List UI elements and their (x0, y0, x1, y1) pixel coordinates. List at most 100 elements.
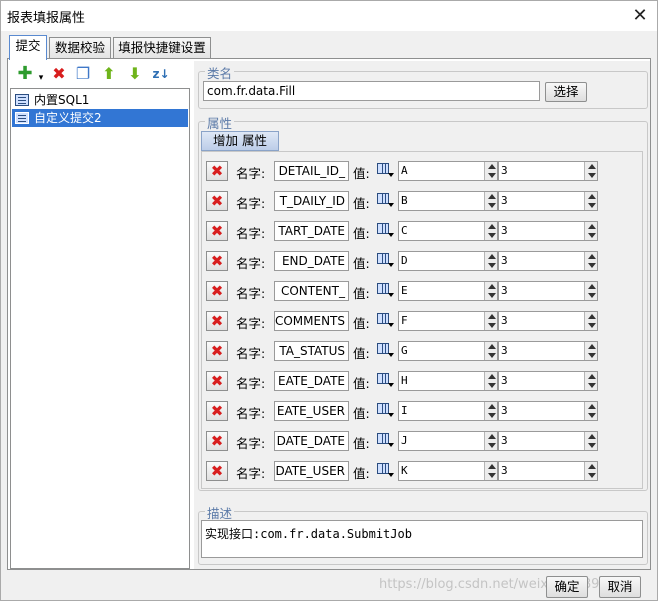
spinner-arrows-icon[interactable] (584, 462, 597, 480)
property-index-field[interactable]: 3 (498, 341, 598, 361)
property-index-field[interactable]: 3 (498, 311, 598, 331)
chevron-down-icon[interactable]: ▾ (32, 69, 50, 87)
delete-property-icon[interactable]: ✖ (206, 401, 228, 421)
property-value-field[interactable]: F (398, 311, 498, 331)
spinner-arrows-icon[interactable] (584, 162, 597, 180)
tab-submit[interactable]: 提交 (9, 35, 47, 60)
spinner-arrows-icon[interactable] (584, 252, 597, 270)
classname-field[interactable]: com.fr.data.Fill (203, 81, 540, 101)
delete-property-icon[interactable]: ✖ (206, 191, 228, 211)
value-type-icon[interactable] (377, 312, 395, 330)
delete-property-icon[interactable]: ✖ (206, 461, 228, 481)
copy-icon[interactable]: ❐ (74, 65, 92, 83)
delete-property-icon[interactable]: ✖ (206, 161, 228, 181)
spinner-arrows-icon[interactable] (584, 192, 597, 210)
property-name-field[interactable]: DATE_DATE (274, 431, 349, 451)
property-name-field[interactable]: _CONTENT (274, 281, 349, 301)
spinner-arrows-icon[interactable] (584, 342, 597, 360)
property-name-field[interactable]: _DETAIL_ID (274, 161, 349, 181)
value-type-icon[interactable] (377, 462, 395, 480)
spinner-arrows-icon[interactable] (484, 342, 497, 360)
table-icon (15, 112, 29, 124)
list-item[interactable]: 自定义提交2 (12, 109, 188, 127)
spinner-arrows-icon[interactable] (584, 312, 597, 330)
property-index-field[interactable]: 3 (498, 461, 598, 481)
value-type-icon[interactable] (377, 222, 395, 240)
spinner-arrows-icon[interactable] (484, 372, 497, 390)
property-value-field[interactable]: H (398, 371, 498, 391)
property-row: ✖ 名字: DATE_DATE 值: J 3 (202, 428, 644, 454)
property-index-field[interactable]: 3 (498, 251, 598, 271)
list-item[interactable]: 内置SQL1 (12, 91, 188, 109)
property-name-field[interactable]: TA_STATUS (274, 341, 349, 361)
delete-icon[interactable]: ✖ (50, 65, 68, 83)
property-index-field[interactable]: 3 (498, 161, 598, 181)
value-type-icon[interactable] (377, 162, 395, 180)
value-type-icon[interactable] (377, 192, 395, 210)
tab-data-validation[interactable]: 数据校验 (49, 37, 111, 59)
property-index-field[interactable]: 3 (498, 281, 598, 301)
property-name-field[interactable]: EATE_DATE (274, 371, 349, 391)
sort-icon[interactable]: z↓ (152, 65, 170, 83)
spinner-arrows-icon[interactable] (484, 222, 497, 240)
delete-property-icon[interactable]: ✖ (206, 431, 228, 451)
property-value-field[interactable]: J (398, 431, 498, 451)
spinner-arrows-icon[interactable] (584, 222, 597, 240)
property-value-field[interactable]: I (398, 401, 498, 421)
delete-property-icon[interactable]: ✖ (206, 281, 228, 301)
property-name-field[interactable]: T_DAILY_ID (274, 191, 349, 211)
property-value-field[interactable]: A (398, 161, 498, 181)
ok-button[interactable]: 确定 (546, 576, 588, 598)
property-row: ✖ 名字: TA_STATUS 值: G 3 (202, 338, 644, 364)
spinner-arrows-icon[interactable] (584, 282, 597, 300)
property-value-field[interactable]: C (398, 221, 498, 241)
add-property-button[interactable]: 增加 属性 (201, 131, 279, 151)
tab-shortcut-settings[interactable]: 填报快捷键设置 (113, 37, 211, 59)
delete-property-icon[interactable]: ✖ (206, 251, 228, 271)
value-type-icon[interactable] (377, 252, 395, 270)
property-index-field[interactable]: 3 (498, 221, 598, 241)
property-row: ✖ 名字: _DETAIL_ID 值: A 3 (202, 158, 644, 184)
choose-button[interactable]: 选择 (545, 82, 587, 102)
property-row: ✖ 名字: T_DAILY_ID 值: B 3 (202, 188, 644, 214)
property-name-field[interactable]: COMMENTS (274, 311, 349, 331)
property-index-field[interactable]: 3 (498, 191, 598, 211)
description-field[interactable]: 实现接口:com.fr.data.SubmitJob (201, 520, 643, 558)
property-name-field[interactable]: END_DATE (274, 251, 349, 271)
property-value-field[interactable]: D (398, 251, 498, 271)
delete-property-icon[interactable]: ✖ (206, 341, 228, 361)
property-name-field[interactable]: EATE_USER (274, 401, 349, 421)
property-index-field[interactable]: 3 (498, 371, 598, 391)
spinner-arrows-icon[interactable] (484, 192, 497, 210)
spinner-arrows-icon[interactable] (484, 402, 497, 420)
property-value-field[interactable]: B (398, 191, 498, 211)
cancel-button[interactable]: 取消 (599, 576, 641, 598)
property-index-field[interactable]: 3 (498, 431, 598, 451)
value-type-icon[interactable] (377, 282, 395, 300)
value-type-icon[interactable] (377, 402, 395, 420)
value-type-icon[interactable] (377, 372, 395, 390)
property-name-field[interactable]: TART_DATE (274, 221, 349, 241)
spinner-arrows-icon[interactable] (484, 162, 497, 180)
property-value-field[interactable]: E (398, 281, 498, 301)
move-down-icon[interactable]: ⬇ (126, 65, 144, 83)
close-icon[interactable]: ✕ (627, 3, 653, 29)
move-up-icon[interactable]: ⬆ (100, 65, 118, 83)
delete-property-icon[interactable]: ✖ (206, 311, 228, 331)
spinner-arrows-icon[interactable] (484, 432, 497, 450)
spinner-arrows-icon[interactable] (484, 462, 497, 480)
property-value-field[interactable]: G (398, 341, 498, 361)
spinner-arrows-icon[interactable] (484, 282, 497, 300)
value-type-icon[interactable] (377, 432, 395, 450)
property-index-field[interactable]: 3 (498, 401, 598, 421)
spinner-arrows-icon[interactable] (484, 312, 497, 330)
spinner-arrows-icon[interactable] (584, 432, 597, 450)
value-type-icon[interactable] (377, 342, 395, 360)
delete-property-icon[interactable]: ✖ (206, 221, 228, 241)
spinner-arrows-icon[interactable] (484, 252, 497, 270)
property-value-field[interactable]: K (398, 461, 498, 481)
spinner-arrows-icon[interactable] (584, 402, 597, 420)
spinner-arrows-icon[interactable] (584, 372, 597, 390)
property-name-field[interactable]: DATE_USER (274, 461, 349, 481)
delete-property-icon[interactable]: ✖ (206, 371, 228, 391)
